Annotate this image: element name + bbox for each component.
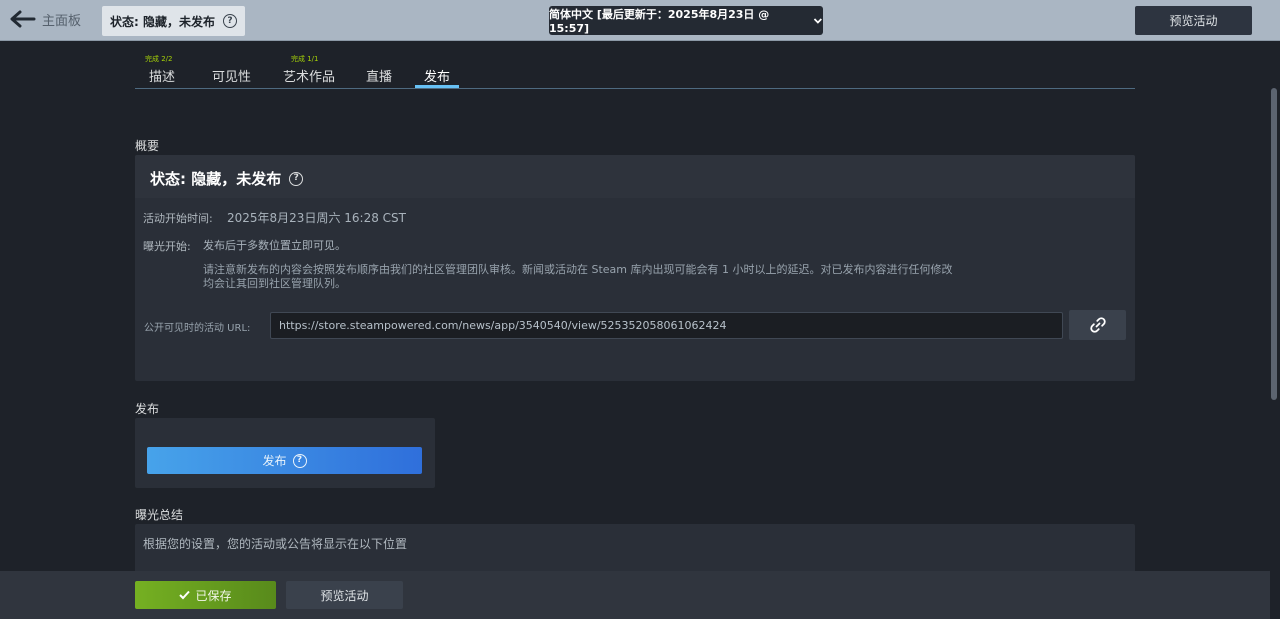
start-time-label: 活动开始时间:	[143, 212, 213, 225]
preview-event-button-bottom[interactable]: 预览活动	[286, 581, 403, 609]
back-to-dashboard-link[interactable]: 主面板	[8, 9, 81, 29]
review-note: 请注意新发布的内容会按照发布顺序由我们的社区管理团队审核。新闻或活动在 Stea…	[203, 263, 953, 290]
copy-link-button[interactable]	[1069, 310, 1126, 340]
arrow-left-icon	[10, 10, 36, 28]
saved-button[interactable]: 已保存	[135, 581, 276, 609]
tab-artwork[interactable]: 完成 1/1 艺术作品	[283, 41, 339, 88]
link-icon	[1089, 317, 1106, 333]
summary-text: 根据您的设置，您的活动或公告将显示在以下位置	[143, 537, 408, 551]
overview-status-title: 状态: 隐藏，未发布	[150, 170, 282, 188]
top-bar: 主面板 状态: 隐藏，未发布 ? 简体中文 [最后更新于：2025年8月23日 …	[0, 0, 1280, 41]
start-time-value: 2025年8月23日周六 16:28 CST	[227, 211, 406, 225]
publish-section-title: 发布	[135, 402, 160, 416]
publish-button[interactable]: 发布 ?	[147, 447, 422, 474]
tab-publish[interactable]: 发布	[415, 41, 459, 88]
tab-broadcast[interactable]: 直播	[366, 41, 396, 88]
publish-button-label: 发布	[262, 454, 287, 468]
summary-section-title: 曝光总结	[135, 508, 184, 522]
tab-label: 可见性	[212, 70, 252, 85]
language-select[interactable]: 简体中文 [最后更新于：2025年8月23日 @ 15:57]	[549, 6, 823, 35]
tab-done-badge: 完成 2/2	[145, 55, 173, 63]
overview-panel-header: 状态: 隐藏，未发布 ?	[135, 155, 1135, 198]
tab-label: 发布	[424, 70, 451, 85]
event-url-input[interactable]	[270, 312, 1063, 339]
scrollbar-thumb[interactable]	[1271, 88, 1277, 400]
tab-label: 艺术作品	[283, 70, 336, 85]
tab-bar: 完成 2/2 描述 可见性 完成 1/1 艺术作品 直播 发布	[135, 41, 1135, 89]
summary-panel: 根据您的设置，您的活动或公告将显示在以下位置	[135, 524, 1135, 574]
help-icon[interactable]: ?	[289, 171, 304, 186]
preview-event-button-top[interactable]: 预览活动	[1135, 6, 1252, 35]
overview-section-title: 概要	[135, 139, 160, 153]
tab-description[interactable]: 完成 2/2 描述	[145, 41, 185, 88]
exposure-label: 曝光开始:	[143, 240, 191, 253]
language-select-value: 简体中文 [最后更新于：2025年8月23日 @ 15:57]	[549, 8, 770, 35]
url-label: 公开可见时的活动 URL:	[144, 323, 251, 334]
tab-done-badge: 完成 1/1	[291, 55, 319, 63]
bottom-action-bar: 已保存 预览活动	[0, 571, 1270, 619]
help-icon: ?	[292, 453, 307, 468]
saved-label: 已保存	[195, 588, 232, 603]
back-label: 主面板	[42, 13, 82, 29]
status-text: 状态: 隐藏，未发布	[110, 14, 215, 29]
tab-label: 直播	[366, 70, 393, 85]
chevron-down-icon	[814, 17, 823, 24]
tab-label: 描述	[149, 70, 176, 85]
checkmark-icon	[179, 590, 191, 600]
tab-visibility[interactable]: 可见性	[212, 41, 257, 88]
exposure-value: 发布后于多数位置立即可见。	[203, 239, 346, 252]
status-chip[interactable]: 状态: 隐藏，未发布 ?	[102, 6, 245, 36]
help-icon[interactable]: ?	[222, 14, 237, 28]
